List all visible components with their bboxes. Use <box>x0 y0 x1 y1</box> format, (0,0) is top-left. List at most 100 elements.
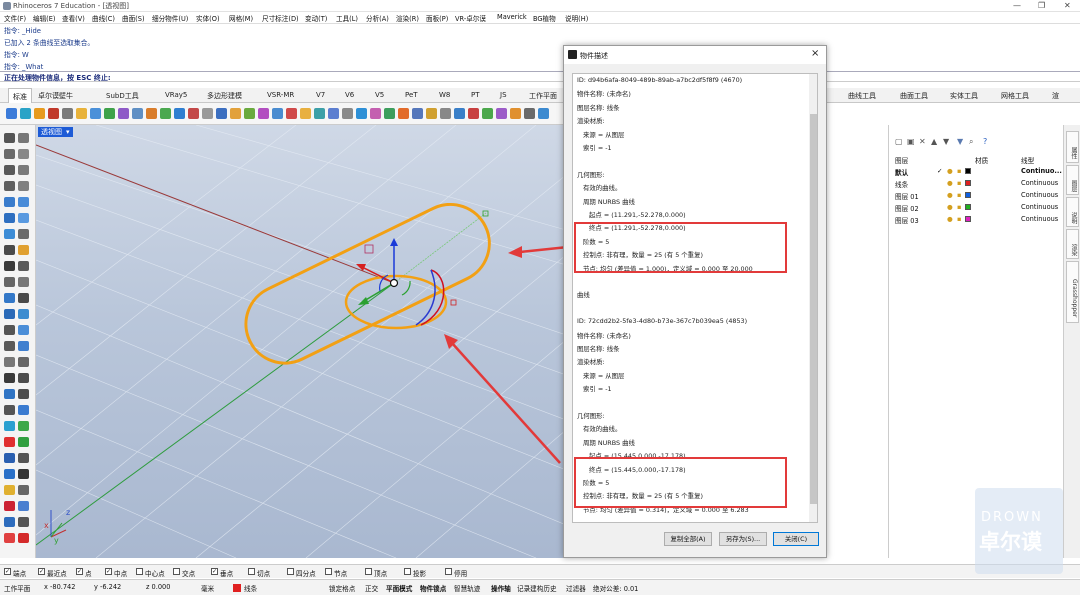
search-icon[interactable]: ⌕ <box>969 137 973 147</box>
osnap-checkbox[interactable] <box>173 568 180 575</box>
osnap-label[interactable]: 四分点 <box>296 568 316 578</box>
lock-icon[interactable]: ▪ <box>957 179 961 187</box>
save-as-button[interactable]: 另存为(S)... <box>719 532 767 546</box>
osnap-checkbox[interactable] <box>445 568 452 575</box>
description-text-area[interactable]: ID: d94b6afa-8049-489b-89ab-a7bc2df5f8f9… <box>572 73 818 523</box>
status-ortho[interactable]: 正交 <box>365 583 378 593</box>
move-up-icon[interactable]: ▲ <box>931 137 937 146</box>
status-tolerance: 绝对公差: 0.01 <box>593 585 639 593</box>
lock-icon[interactable]: ▪ <box>957 191 961 199</box>
description-line: 物件名称: (未命名) <box>577 90 631 99</box>
layer-name[interactable]: 线条 <box>895 179 908 189</box>
new-layer-icon[interactable]: ▢ <box>895 137 903 146</box>
osnap-label[interactable]: 投影 <box>413 568 426 578</box>
layer-color-swatch[interactable] <box>965 180 971 186</box>
description-line: 渲染材质: <box>577 358 605 367</box>
osnap-checkbox[interactable] <box>136 568 143 575</box>
layer-color-swatch[interactable] <box>965 216 971 222</box>
layer-color-swatch[interactable] <box>965 192 971 198</box>
description-line: 几何图形: <box>577 170 605 179</box>
osnap-checkbox[interactable] <box>287 568 294 575</box>
osnap-bar: ✓ 端点 ✓ 最近点 ✓ 点 ✓ 中点 中心点 交点 ✓ 垂点 切点 四分点 节点 顶点 投影 停用 <box>0 564 1080 578</box>
description-line: 索引 = -1 <box>583 144 612 152</box>
osnap-label[interactable]: 端点 <box>13 568 26 578</box>
layer-linetype[interactable]: Continuous <box>1021 179 1058 187</box>
unit-label[interactable]: 毫米 <box>201 583 214 593</box>
layer-linetype[interactable]: Continuous <box>1021 191 1058 199</box>
osnap-checkbox[interactable]: ✓ <box>76 568 83 575</box>
layer-linetype[interactable]: Continuous <box>1021 203 1058 211</box>
status-history[interactable]: 记录建构历史 <box>517 583 557 593</box>
side-tab-help[interactable]: 说明 <box>1066 197 1079 227</box>
osnap-checkbox[interactable]: ✓ <box>211 568 218 575</box>
osnap-checkbox[interactable] <box>325 568 332 575</box>
scrollbar-thumb[interactable] <box>810 114 817 504</box>
layer-name[interactable]: 默认 <box>895 167 908 177</box>
description-line: 来源 = 从图层 <box>583 371 625 380</box>
osnap-label[interactable]: 中心点 <box>145 568 165 578</box>
osnap-checkbox[interactable] <box>365 568 372 575</box>
visibility-bulb-icon[interactable]: ● <box>947 191 953 199</box>
osnap-label[interactable]: 顶点 <box>374 568 387 578</box>
status-filter[interactable]: 过滤器 <box>566 583 586 593</box>
visibility-bulb-icon[interactable]: ● <box>947 203 953 211</box>
status-gumball[interactable]: 操作轴 <box>491 583 511 593</box>
osnap-label[interactable]: 交点 <box>182 568 195 578</box>
osnap-checkbox[interactable] <box>248 568 255 575</box>
help-layer-icon[interactable]: ? <box>983 137 987 146</box>
dialog-title: 物件描述 <box>580 52 608 60</box>
description-line: 起点 = (11.291,-52.278,0.000) <box>589 211 686 219</box>
layer-name[interactable]: 图层 03 <box>895 215 919 225</box>
status-grid-snap[interactable]: 锁定格点 <box>329 583 355 593</box>
side-tab-render[interactable]: 渲染 <box>1066 229 1079 259</box>
visibility-bulb-icon[interactable]: ● <box>947 167 953 175</box>
osnap-label[interactable]: 节点 <box>334 568 347 578</box>
description-line: 渲染材质: <box>577 117 605 126</box>
osnap-label[interactable]: 点 <box>85 568 92 578</box>
filter-icon[interactable]: ▼ <box>957 137 963 146</box>
side-tab-layers[interactable]: 图层 <box>1066 165 1079 195</box>
layer-name[interactable]: 图层 02 <box>895 203 919 213</box>
cplane-label[interactable]: 工作平面 <box>4 583 30 593</box>
osnap-label[interactable]: 中点 <box>114 568 127 578</box>
side-tab-grasshopper[interactable]: Grasshopper <box>1066 261 1079 323</box>
dialog-scrollbar[interactable] <box>809 74 817 522</box>
current-layer-check[interactable]: ✓ <box>937 167 943 175</box>
side-tab-properties[interactable]: 属性 <box>1066 131 1079 163</box>
osnap-label[interactable]: 停用 <box>454 568 467 578</box>
description-line: 有效的曲线。 <box>583 425 622 434</box>
osnap-checkbox[interactable] <box>404 568 411 575</box>
layer-color-swatch[interactable] <box>965 168 971 174</box>
dialog-close-icon[interactable]: × <box>811 48 819 59</box>
osnap-label[interactable]: 最近点 <box>47 568 67 578</box>
osnap-label[interactable]: 切点 <box>257 568 270 578</box>
lock-icon[interactable]: ▪ <box>957 203 961 211</box>
delete-layer-icon[interactable]: ✕ <box>919 137 926 146</box>
layer-linetype[interactable]: Continuous <box>1021 215 1058 223</box>
visibility-bulb-icon[interactable]: ● <box>947 215 953 223</box>
layer-list: 默认 ✓ ● ▪ Continuo... 线条 ● ▪ Continuous 图层 01 ● ▪ Con… <box>889 167 1063 229</box>
osnap-checkbox[interactable]: ✓ <box>4 568 11 575</box>
lock-icon[interactable]: ▪ <box>957 167 961 175</box>
close-button[interactable]: 关闭(C) <box>773 532 819 546</box>
layer-color-swatch[interactable] <box>965 204 971 210</box>
new-sublayer-icon[interactable]: ▣ <box>907 137 915 146</box>
col-layer: 图层 <box>895 157 909 165</box>
layer-linetype[interactable]: Continuo... <box>1021 167 1062 175</box>
layer-name[interactable]: 图层 01 <box>895 191 919 201</box>
move-down-icon[interactable]: ▼ <box>943 137 949 146</box>
col-linetype: 线型 <box>1021 157 1035 165</box>
current-layer[interactable]: 线条 <box>244 583 257 593</box>
lock-icon[interactable]: ▪ <box>957 215 961 223</box>
object-description-dialog: 物件描述 × ID: d94b6afa-8049-489b-89ab-a7bc2… <box>563 45 827 558</box>
status-smarttrack[interactable]: 智慧轨迹 <box>454 583 480 593</box>
description-line: 图层名称: 线条 <box>577 103 620 112</box>
status-osnap[interactable]: 物件锁点 <box>420 583 446 593</box>
visibility-bulb-icon[interactable]: ● <box>947 179 953 187</box>
osnap-checkbox[interactable]: ✓ <box>38 568 45 575</box>
osnap-checkbox[interactable]: ✓ <box>105 568 112 575</box>
osnap-label[interactable]: 垂点 <box>220 568 233 578</box>
description-line: 图层名称: 线条 <box>577 345 620 353</box>
copy-all-button[interactable]: 复制全部(A) <box>664 532 712 546</box>
status-planar[interactable]: 平面模式 <box>386 583 412 593</box>
